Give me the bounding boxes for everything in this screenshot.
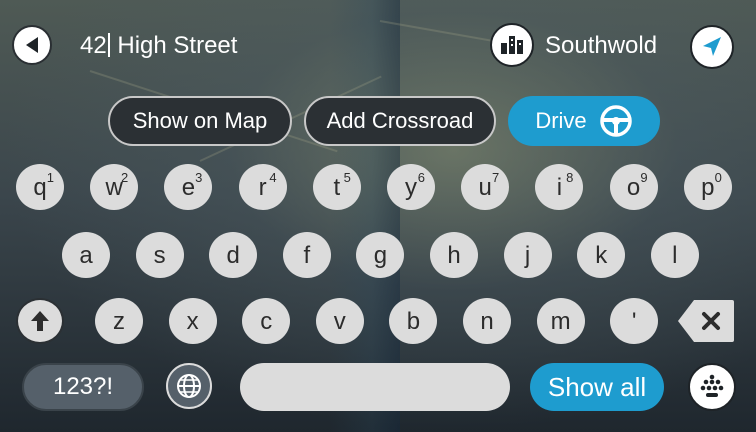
key-label: d bbox=[226, 242, 240, 269]
key-o[interactable]: o9 bbox=[609, 164, 658, 210]
space-key[interactable] bbox=[240, 363, 510, 411]
key-label: i bbox=[556, 174, 563, 201]
back-arrow-icon bbox=[26, 37, 38, 53]
key-h[interactable]: h bbox=[430, 232, 478, 278]
shift-key[interactable] bbox=[16, 298, 64, 344]
key-label: k bbox=[595, 242, 608, 269]
key-label: n bbox=[480, 308, 494, 335]
search-input-text-after-cursor: High Street bbox=[110, 32, 238, 59]
backspace-key[interactable] bbox=[676, 298, 736, 344]
key-number-hint: 0 bbox=[714, 170, 722, 185]
key-l[interactable]: l bbox=[650, 232, 699, 278]
navigation-arrow-icon bbox=[703, 37, 721, 56]
key-e[interactable]: e3 bbox=[164, 164, 213, 210]
add-crossroad-label: Add Crossroad bbox=[326, 108, 474, 133]
key-number-hint: 8 bbox=[566, 170, 574, 185]
key-number-hint: 2 bbox=[120, 170, 129, 185]
current-location-button[interactable] bbox=[690, 25, 734, 69]
numbers-symbols-key[interactable]: 123?! bbox=[22, 363, 144, 411]
key-label: s bbox=[153, 242, 166, 269]
globe-icon bbox=[177, 374, 201, 398]
key-label: j bbox=[524, 242, 531, 269]
key-label: q bbox=[33, 174, 47, 201]
search-area-label[interactable]: Southwold bbox=[545, 32, 657, 60]
search-screen: 42 High Street Southwold Show on Map Add… bbox=[0, 0, 756, 432]
keyboard-icon bbox=[700, 374, 724, 397]
key-i[interactable]: i8 bbox=[535, 164, 584, 210]
key-number-hint: 3 bbox=[195, 170, 203, 185]
key-label: h bbox=[447, 242, 461, 269]
key-label: ' bbox=[631, 308, 637, 335]
search-area-button[interactable] bbox=[490, 23, 534, 67]
key-q[interactable]: q1 bbox=[16, 164, 64, 210]
key-label: x bbox=[186, 308, 199, 335]
key-b[interactable]: b bbox=[389, 298, 438, 344]
drive-label: Drive bbox=[535, 108, 587, 133]
key-number-hint: 6 bbox=[417, 170, 425, 185]
key-label: t bbox=[333, 174, 341, 201]
key-label: b bbox=[406, 308, 421, 335]
search-input[interactable]: 42 High Street bbox=[80, 32, 237, 60]
key-label: o bbox=[626, 174, 641, 201]
key-label: u bbox=[478, 174, 492, 201]
key-x[interactable]: x bbox=[168, 298, 217, 344]
key-label: e bbox=[181, 174, 196, 201]
key-label: f bbox=[303, 242, 311, 269]
keyboard-toggle-button[interactable] bbox=[688, 363, 736, 411]
key-t[interactable]: t5 bbox=[312, 164, 361, 210]
search-input-text-before-cursor: 42 bbox=[80, 32, 107, 59]
key-number-hint: 4 bbox=[269, 170, 277, 185]
key-r[interactable]: r4 bbox=[238, 164, 287, 210]
key-c[interactable]: c bbox=[242, 298, 291, 344]
show-all-button[interactable]: Show all bbox=[530, 363, 664, 411]
key-label: p bbox=[701, 174, 715, 201]
back-button[interactable] bbox=[12, 25, 52, 65]
key-f[interactable]: f bbox=[282, 232, 331, 278]
add-crossroad-button[interactable]: Add Crossroad bbox=[304, 96, 496, 146]
backspace-icon bbox=[678, 300, 734, 342]
key-s[interactable]: s bbox=[135, 232, 184, 278]
key-v[interactable]: v bbox=[315, 298, 364, 344]
key-number-hint: 5 bbox=[343, 170, 351, 185]
key-label: y bbox=[405, 174, 417, 201]
key-apostrophe[interactable]: ' bbox=[610, 298, 659, 344]
key-label: g bbox=[373, 242, 388, 269]
key-w[interactable]: w2 bbox=[90, 164, 139, 210]
key-label: r bbox=[258, 174, 267, 201]
key-n[interactable]: n bbox=[463, 298, 511, 344]
key-label: v bbox=[333, 308, 346, 335]
town-buildings-icon bbox=[501, 36, 523, 54]
key-d[interactable]: d bbox=[209, 232, 258, 278]
text-cursor bbox=[107, 33, 110, 57]
key-label: a bbox=[79, 242, 93, 269]
key-label: m bbox=[550, 308, 571, 335]
show-all-label: Show all bbox=[547, 371, 647, 402]
key-j[interactable]: j bbox=[503, 232, 552, 278]
numbers-symbols-label: 123?! bbox=[52, 373, 114, 400]
key-p[interactable]: p0 bbox=[683, 164, 732, 210]
key-label: l bbox=[672, 242, 678, 269]
key-number-hint: 7 bbox=[491, 170, 500, 185]
key-k[interactable]: k bbox=[577, 232, 626, 278]
key-a[interactable]: a bbox=[62, 232, 110, 278]
key-m[interactable]: m bbox=[536, 298, 585, 344]
steering-wheel-icon bbox=[599, 105, 632, 137]
key-label: c bbox=[260, 308, 273, 335]
key-y[interactable]: y6 bbox=[387, 164, 435, 210]
show-on-map-label: Show on Map bbox=[132, 108, 268, 133]
key-z[interactable]: z bbox=[95, 298, 143, 344]
shift-arrow-icon bbox=[31, 311, 49, 331]
key-number-hint: 9 bbox=[640, 170, 648, 185]
drive-button[interactable]: Drive bbox=[508, 96, 660, 146]
key-u[interactable]: u7 bbox=[461, 164, 510, 210]
show-on-map-button[interactable]: Show on Map bbox=[108, 96, 292, 146]
language-key[interactable] bbox=[166, 363, 212, 409]
key-number-hint: 1 bbox=[46, 170, 54, 185]
key-label: z bbox=[113, 308, 125, 335]
